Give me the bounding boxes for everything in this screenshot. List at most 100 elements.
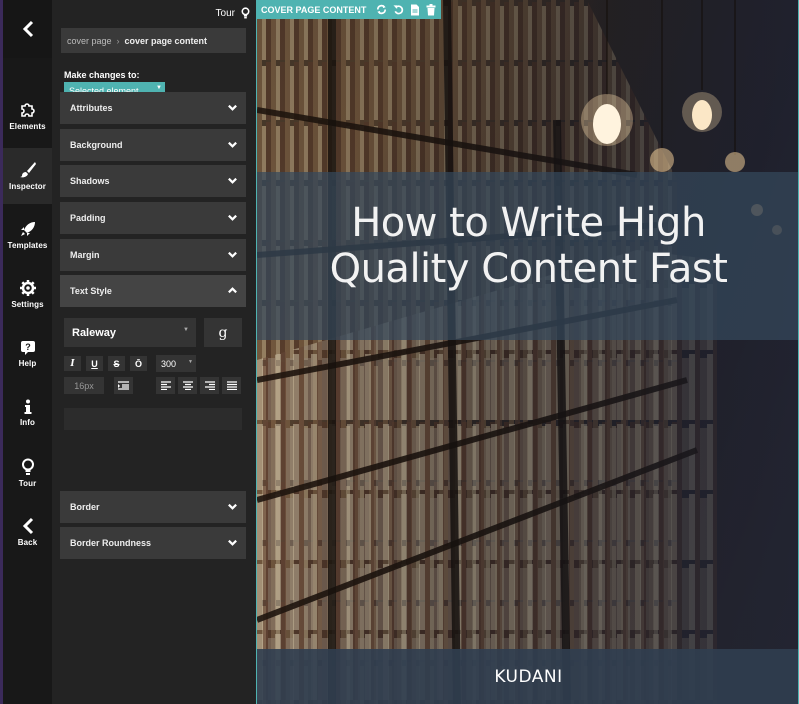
font-size-input[interactable]: 16px xyxy=(64,377,104,394)
rail-item-label: Back xyxy=(17,538,38,547)
align-right-icon xyxy=(204,381,215,390)
library-background-image xyxy=(257,0,798,704)
section-padding[interactable]: Padding xyxy=(60,202,246,234)
font-weight-value: 300 xyxy=(161,358,177,369)
breadcrumb-current: cover page content xyxy=(124,35,208,46)
element-toolbar-label: COVER PAGE CONTENT xyxy=(261,4,367,15)
breadcrumb-parent[interactable]: cover page xyxy=(67,36,112,46)
page-canvas[interactable]: How to Write High Quality Content Fast K… xyxy=(256,0,799,704)
rail-item-label: Settings xyxy=(11,300,44,309)
chevron-left-icon xyxy=(22,20,33,38)
section-border[interactable]: Border xyxy=(60,491,246,523)
lightbulb-icon xyxy=(21,458,34,475)
collapse-panel-button[interactable] xyxy=(3,0,52,58)
refresh-icon[interactable] xyxy=(376,4,387,15)
rail-item-back[interactable]: Back xyxy=(3,504,52,560)
section-label: Padding xyxy=(70,213,106,223)
section-background[interactable]: Background xyxy=(60,129,246,161)
cover-title-band[interactable]: How to Write High Quality Content Fast xyxy=(257,172,798,340)
section-label: Text Style xyxy=(70,286,112,296)
font-weight-select[interactable]: 300 ▼ xyxy=(156,355,196,372)
line-height-button[interactable] xyxy=(114,377,133,394)
brand-name[interactable]: KUDANI xyxy=(494,667,562,687)
svg-text:?: ? xyxy=(25,342,31,352)
brush-icon xyxy=(19,162,36,178)
section-margin[interactable]: Margin xyxy=(60,239,246,271)
undo-icon[interactable] xyxy=(393,4,404,15)
section-label: Border xyxy=(70,502,100,512)
section-label: Background xyxy=(70,140,123,150)
chevron-down-icon xyxy=(228,141,237,148)
strikethrough-button[interactable]: S xyxy=(108,356,125,371)
puzzle-icon xyxy=(20,103,35,117)
gear-icon xyxy=(19,280,36,296)
align-justify-button[interactable] xyxy=(222,377,241,394)
section-label: Border Roundness xyxy=(70,538,152,548)
left-rail: Elements Inspector Templates Settings ? … xyxy=(0,0,52,704)
make-changes-label: Make changes to: xyxy=(64,70,140,80)
section-text-style[interactable]: Text Style xyxy=(60,275,246,307)
font-size-placeholder: 16px xyxy=(74,380,94,391)
section-label: Attributes xyxy=(70,103,113,113)
text-color-field[interactable] xyxy=(64,408,242,430)
breadcrumb-separator-icon: › xyxy=(116,35,120,46)
align-justify-icon xyxy=(226,381,237,390)
italic-icon: I xyxy=(70,358,75,369)
chevron-down-icon xyxy=(228,104,237,111)
caret-down-icon: ▼ xyxy=(188,359,193,365)
cover-title[interactable]: How to Write High Quality Content Fast xyxy=(279,200,779,292)
rail-item-tour[interactable]: Tour xyxy=(3,445,52,501)
google-fonts-button[interactable]: g xyxy=(204,318,242,347)
section-label: Margin xyxy=(70,250,100,260)
chevron-down-icon xyxy=(228,251,237,258)
chevron-up-icon xyxy=(228,287,237,294)
font-family-select[interactable]: Raleway ▼ xyxy=(64,318,196,347)
rail-item-elements[interactable]: Elements xyxy=(3,88,52,144)
google-fonts-icon: g xyxy=(218,324,228,341)
italic-button[interactable]: I xyxy=(64,356,81,371)
cover-brand-band[interactable]: KUDANI xyxy=(257,649,798,704)
section-label: Shadows xyxy=(70,176,110,186)
rail-item-label: Inspector xyxy=(9,182,46,191)
section-border-roundness[interactable]: Border Roundness xyxy=(60,527,246,559)
chevron-down-icon xyxy=(228,503,237,510)
rail-item-templates[interactable]: Templates xyxy=(3,207,52,263)
trash-icon[interactable] xyxy=(426,3,436,16)
underline-button[interactable]: U xyxy=(86,356,103,371)
rail-item-label: Templates xyxy=(7,241,48,250)
question-icon: ? xyxy=(20,341,35,355)
strikethrough-icon: S xyxy=(113,358,120,369)
align-center-icon xyxy=(182,381,193,390)
info-icon xyxy=(24,399,31,414)
font-family-value: Raleway xyxy=(72,326,117,339)
line-height-icon xyxy=(118,381,129,390)
chevron-down-icon xyxy=(228,539,237,546)
chevron-down-icon xyxy=(228,214,237,221)
section-attributes[interactable]: Attributes xyxy=(60,92,246,124)
rail-item-inspector[interactable]: Inspector xyxy=(3,148,52,204)
overline-icon: Ō xyxy=(134,358,142,369)
element-toolbar: COVER PAGE CONTENT xyxy=(257,0,442,19)
rail-item-info[interactable]: Info xyxy=(3,385,52,441)
tour-link[interactable]: Tour xyxy=(216,7,250,19)
inspector-panel: Tour cover page › cover page content Mak… xyxy=(52,0,256,704)
align-center-button[interactable] xyxy=(178,377,197,394)
underline-icon: U xyxy=(91,358,98,369)
document-icon[interactable] xyxy=(410,4,420,16)
rocket-icon xyxy=(20,222,35,236)
align-left-button[interactable] xyxy=(156,377,175,394)
align-right-button[interactable] xyxy=(200,377,219,394)
lightbulb-icon xyxy=(241,7,250,19)
section-shadows[interactable]: Shadows xyxy=(60,165,246,197)
overline-button[interactable]: Ō xyxy=(130,356,147,371)
rail-item-label: Elements xyxy=(9,122,46,131)
rail-item-label: Info xyxy=(19,418,36,427)
rail-item-help[interactable]: ? Help xyxy=(3,326,52,382)
chevron-down-icon xyxy=(228,177,237,184)
rail-item-label: Tour xyxy=(18,479,37,488)
rail-item-label: Help xyxy=(18,359,37,368)
rail-item-settings[interactable]: Settings xyxy=(3,266,52,322)
bookshelf-illustration xyxy=(257,0,798,704)
chevron-left-icon xyxy=(22,517,33,535)
text-style-controls: Raleway ▼ g I U S Ō 300 ▼ 16px xyxy=(60,307,246,487)
